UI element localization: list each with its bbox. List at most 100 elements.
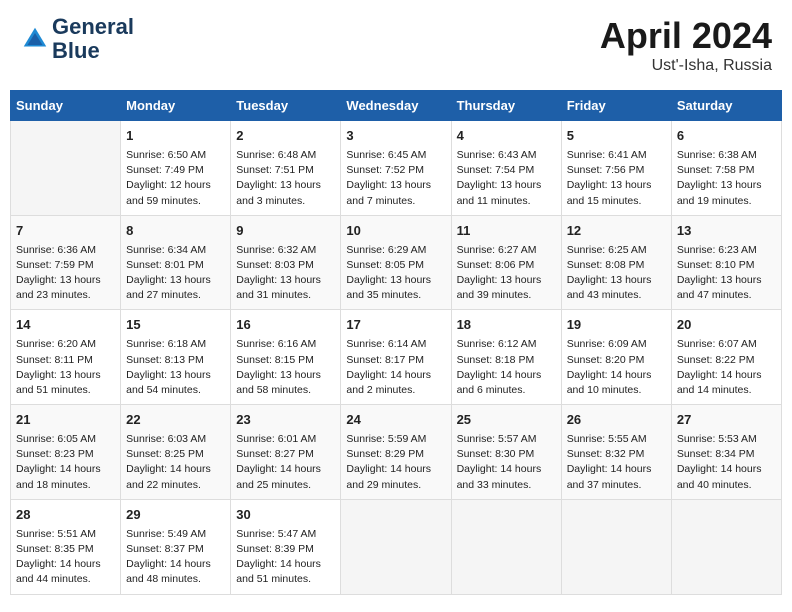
calendar-cell: 16 Sunrise: 6:16 AM Sunset: 8:15 PM Dayli… <box>231 310 341 405</box>
day-content: Sunrise: 6:29 AM Sunset: 8:05 PM Dayligh… <box>346 243 445 304</box>
day-content: Sunrise: 5:53 AM Sunset: 8:34 PM Dayligh… <box>677 432 776 493</box>
calendar-cell: 1Sunrise: 6:50 AM Sunset: 7:49 PM Daylig… <box>121 121 231 216</box>
day-content: Sunrise: 6:20 AM Sunset: 8:11 PM Dayligh… <box>16 337 115 398</box>
day-content: Sunrise: 6:43 AM Sunset: 7:54 PM Dayligh… <box>457 148 556 209</box>
day-content: Sunrise: 5:57 AM Sunset: 8:30 PM Dayligh… <box>457 432 556 493</box>
day-content: Sunrise: 6:48 AM Sunset: 7:51 PM Dayligh… <box>236 148 335 209</box>
day-content: Sunrise: 6:03 AM Sunset: 8:25 PM Dayligh… <box>126 432 225 493</box>
calendar-cell: 24 Sunrise: 5:59 AM Sunset: 8:29 PM Dayli… <box>341 405 451 500</box>
calendar-cell: 10 Sunrise: 6:29 AM Sunset: 8:05 PM Dayli… <box>341 215 451 310</box>
day-content: Sunrise: 5:59 AM Sunset: 8:29 PM Dayligh… <box>346 432 445 493</box>
day-number: 29 <box>126 506 225 525</box>
day-content: Sunrise: 6:41 AM Sunset: 7:56 PM Dayligh… <box>567 148 666 209</box>
calendar-cell: 13 Sunrise: 6:23 AM Sunset: 8:10 PM Dayli… <box>671 215 781 310</box>
day-number: 20 <box>677 316 776 335</box>
calendar-cell: 7 Sunrise: 6:36 AM Sunset: 7:59 PM Daylig… <box>11 215 121 310</box>
day-number: 6 <box>677 127 776 146</box>
day-number: 1 <box>126 127 225 146</box>
calendar-cell: 28 Sunrise: 5:51 AM Sunset: 8:35 PM Dayli… <box>11 499 121 594</box>
day-number: 26 <box>567 411 666 430</box>
calendar-cell: 12 Sunrise: 6:25 AM Sunset: 8:08 PM Dayli… <box>561 215 671 310</box>
calendar-cell: 18 Sunrise: 6:12 AM Sunset: 8:18 PM Dayli… <box>451 310 561 405</box>
day-content: Sunrise: 6:18 AM Sunset: 8:13 PM Dayligh… <box>126 337 225 398</box>
day-content: Sunrise: 6:05 AM Sunset: 8:23 PM Dayligh… <box>16 432 115 493</box>
title-block: April 2024 Ust'-Isha, Russia <box>600 15 772 75</box>
day-number: 23 <box>236 411 335 430</box>
day-number: 21 <box>16 411 115 430</box>
week-row-2: 7 Sunrise: 6:36 AM Sunset: 7:59 PM Daylig… <box>11 215 782 310</box>
calendar-cell: 2 Sunrise: 6:48 AM Sunset: 7:51 PM Daylig… <box>231 121 341 216</box>
day-content: Sunrise: 6:38 AM Sunset: 7:58 PM Dayligh… <box>677 148 776 209</box>
day-number: 9 <box>236 222 335 241</box>
calendar-cell: 15 Sunrise: 6:18 AM Sunset: 8:13 PM Dayli… <box>121 310 231 405</box>
calendar-cell: 8 Sunrise: 6:34 AM Sunset: 8:01 PM Daylig… <box>121 215 231 310</box>
day-number: 18 <box>457 316 556 335</box>
calendar-cell: 25Sunrise: 5:57 AM Sunset: 8:30 PM Dayli… <box>451 405 561 500</box>
day-number: 24 <box>346 411 445 430</box>
calendar-cell: 4 Sunrise: 6:43 AM Sunset: 7:54 PM Daylig… <box>451 121 561 216</box>
calendar-cell: 29 Sunrise: 5:49 AM Sunset: 8:37 PM Dayli… <box>121 499 231 594</box>
header-day-wednesday: Wednesday <box>341 91 451 121</box>
day-number: 5 <box>567 127 666 146</box>
day-content: Sunrise: 6:07 AM Sunset: 8:22 PM Dayligh… <box>677 337 776 398</box>
day-content: Sunrise: 6:45 AM Sunset: 7:52 PM Dayligh… <box>346 148 445 209</box>
day-content: Sunrise: 5:49 AM Sunset: 8:37 PM Dayligh… <box>126 527 225 588</box>
calendar-cell: 23 Sunrise: 6:01 AM Sunset: 8:27 PM Dayli… <box>231 405 341 500</box>
header-day-tuesday: Tuesday <box>231 91 341 121</box>
calendar-cell: 30 Sunrise: 5:47 AM Sunset: 8:39 PM Dayli… <box>231 499 341 594</box>
header-day-saturday: Saturday <box>671 91 781 121</box>
day-content: Sunrise: 6:36 AM Sunset: 7:59 PM Dayligh… <box>16 243 115 304</box>
calendar-cell: 9 Sunrise: 6:32 AM Sunset: 8:03 PM Daylig… <box>231 215 341 310</box>
day-number: 14 <box>16 316 115 335</box>
day-content: Sunrise: 6:25 AM Sunset: 8:08 PM Dayligh… <box>567 243 666 304</box>
calendar-cell <box>341 499 451 594</box>
day-content: Sunrise: 6:32 AM Sunset: 8:03 PM Dayligh… <box>236 243 335 304</box>
header-day-monday: Monday <box>121 91 231 121</box>
day-content: Sunrise: 5:51 AM Sunset: 8:35 PM Dayligh… <box>16 527 115 588</box>
calendar-cell: 20 Sunrise: 6:07 AM Sunset: 8:22 PM Dayli… <box>671 310 781 405</box>
day-number: 28 <box>16 506 115 525</box>
calendar-cell <box>451 499 561 594</box>
day-number: 10 <box>346 222 445 241</box>
day-number: 16 <box>236 316 335 335</box>
calendar-cell: 17 Sunrise: 6:14 AM Sunset: 8:17 PM Dayli… <box>341 310 451 405</box>
calendar-cell: 27Sunrise: 5:53 AM Sunset: 8:34 PM Dayli… <box>671 405 781 500</box>
logo: General Blue <box>20 15 134 63</box>
day-content: Sunrise: 6:16 AM Sunset: 8:15 PM Dayligh… <box>236 337 335 398</box>
day-number: 15 <box>126 316 225 335</box>
day-content: Sunrise: 6:34 AM Sunset: 8:01 PM Dayligh… <box>126 243 225 304</box>
day-number: 17 <box>346 316 445 335</box>
day-content: Sunrise: 5:55 AM Sunset: 8:32 PM Dayligh… <box>567 432 666 493</box>
week-row-3: 14 Sunrise: 6:20 AM Sunset: 8:11 PM Dayli… <box>11 310 782 405</box>
day-number: 4 <box>457 127 556 146</box>
day-content: Sunrise: 6:23 AM Sunset: 8:10 PM Dayligh… <box>677 243 776 304</box>
calendar-title: April 2024 <box>600 15 772 57</box>
page-header: General Blue April 2024 Ust'-Isha, Russi… <box>10 10 782 80</box>
calendar-cell: 14 Sunrise: 6:20 AM Sunset: 8:11 PM Dayli… <box>11 310 121 405</box>
header-day-friday: Friday <box>561 91 671 121</box>
day-number: 22 <box>126 411 225 430</box>
day-content: Sunrise: 5:47 AM Sunset: 8:39 PM Dayligh… <box>236 527 335 588</box>
day-number: 8 <box>126 222 225 241</box>
calendar-cell: 3 Sunrise: 6:45 AM Sunset: 7:52 PM Daylig… <box>341 121 451 216</box>
day-content: Sunrise: 6:27 AM Sunset: 8:06 PM Dayligh… <box>457 243 556 304</box>
day-number: 12 <box>567 222 666 241</box>
logo-icon <box>20 24 50 54</box>
calendar-cell: 26 Sunrise: 5:55 AM Sunset: 8:32 PM Dayli… <box>561 405 671 500</box>
day-number: 7 <box>16 222 115 241</box>
calendar-cell <box>11 121 121 216</box>
day-content: Sunrise: 6:01 AM Sunset: 8:27 PM Dayligh… <box>236 432 335 493</box>
day-number: 19 <box>567 316 666 335</box>
day-number: 2 <box>236 127 335 146</box>
day-number: 30 <box>236 506 335 525</box>
calendar-cell: 22 Sunrise: 6:03 AM Sunset: 8:25 PM Dayli… <box>121 405 231 500</box>
calendar-cell: 19Sunrise: 6:09 AM Sunset: 8:20 PM Dayli… <box>561 310 671 405</box>
header-day-thursday: Thursday <box>451 91 561 121</box>
week-row-4: 21 Sunrise: 6:05 AM Sunset: 8:23 PM Dayli… <box>11 405 782 500</box>
day-content: Sunrise: 6:12 AM Sunset: 8:18 PM Dayligh… <box>457 337 556 398</box>
day-number: 13 <box>677 222 776 241</box>
calendar-cell: 6 Sunrise: 6:38 AM Sunset: 7:58 PM Daylig… <box>671 121 781 216</box>
logo-text: General Blue <box>52 15 134 63</box>
day-number: 3 <box>346 127 445 146</box>
day-content: Sunrise: 6:14 AM Sunset: 8:17 PM Dayligh… <box>346 337 445 398</box>
